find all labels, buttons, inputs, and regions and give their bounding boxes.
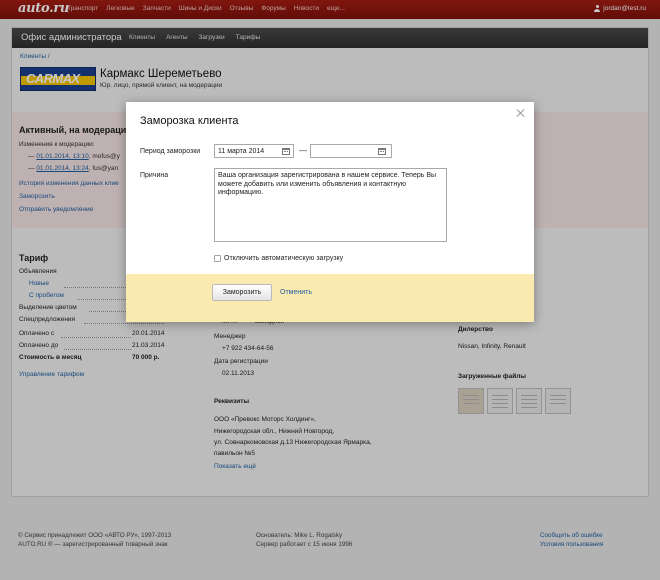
freeze-client-dialog: Заморозка клиента Период заморозки — При… <box>126 102 534 322</box>
calendar-icon[interactable] <box>282 148 290 155</box>
dialog-footer: Заморозить Отменить <box>126 274 534 322</box>
reason-textarea[interactable]: Ваша организация зарегистрирована в наше… <box>214 168 447 242</box>
reason-label: Причина <box>140 172 169 179</box>
close-icon[interactable] <box>516 108 526 118</box>
disable-autoload-checkbox[interactable] <box>214 255 221 262</box>
freeze-button[interactable]: Заморозить <box>212 284 272 301</box>
calendar-icon[interactable] <box>378 148 386 155</box>
dialog-title: Заморозка клиента <box>140 115 239 127</box>
date-range-dash: — <box>299 146 307 155</box>
cancel-link[interactable]: Отменить <box>280 289 312 296</box>
disable-autoload-label[interactable]: Отключить автоматическую загрузку <box>224 255 343 262</box>
period-label: Период заморозки <box>140 148 201 155</box>
